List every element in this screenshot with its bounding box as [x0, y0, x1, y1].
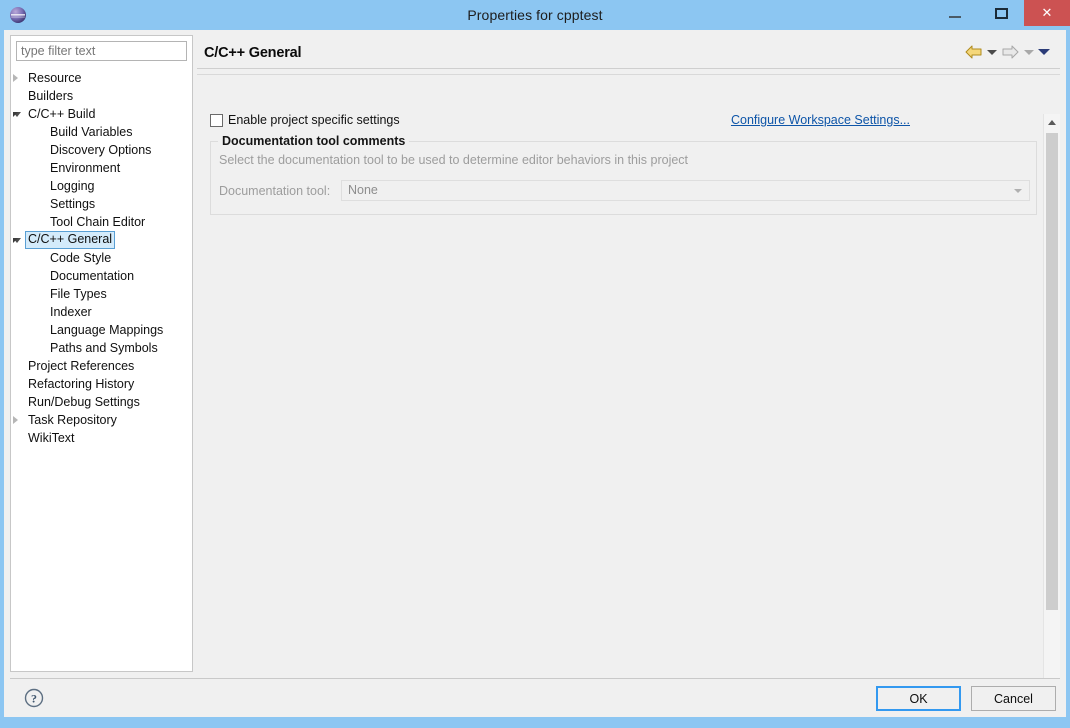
tree-expander-expanded-icon[interactable]	[12, 105, 22, 123]
sidebar-item-label: Code Style	[50, 250, 112, 265]
sidebar-item-label: Resource	[28, 70, 82, 85]
sidebar-item-paths-and-symbols[interactable]: Paths and Symbols	[11, 339, 192, 357]
sidebar-item-settings[interactable]: Settings	[11, 195, 192, 213]
chevron-down-icon	[1023, 49, 1034, 55]
sidebar-item-label: Run/Debug Settings	[28, 394, 140, 409]
sidebar-item-label: C/C++ Build	[28, 106, 96, 121]
sidebar-item-label: Documentation	[50, 268, 135, 283]
sidebar-item-label: Refactoring History	[28, 376, 135, 391]
svg-text:?: ?	[31, 692, 37, 706]
documentation-tool-row: Documentation tool: None	[219, 180, 1030, 201]
sidebar-item-label: Language Mappings	[50, 322, 164, 337]
sidebar-item-label: Paths and Symbols	[50, 340, 158, 355]
maximize-button[interactable]	[978, 0, 1024, 26]
sidebar-item-label: Build Variables	[50, 124, 133, 139]
history-menu-button[interactable]	[1036, 41, 1051, 63]
sidebar-item-task-repository[interactable]: Task Repository	[11, 411, 192, 429]
sidebar-item-build-variables[interactable]: Build Variables	[11, 123, 192, 141]
cancel-button[interactable]: Cancel	[971, 686, 1056, 711]
dialog-body: Resource Builders C/C++ Build Build Variabl…	[4, 30, 1066, 717]
close-button[interactable]: ✕	[1024, 0, 1070, 26]
chevron-down-icon	[1014, 189, 1022, 193]
dialog-footer: ? OK Cancel	[10, 678, 1060, 713]
enable-project-specific-checkbox[interactable]	[210, 113, 223, 127]
documentation-tool-value: None	[348, 183, 378, 197]
page-navigation	[962, 41, 1051, 63]
back-button[interactable]	[962, 41, 984, 63]
enable-project-specific-row[interactable]: Enable project specific settings	[210, 113, 400, 127]
back-history-button[interactable]	[984, 41, 999, 63]
sidebar-item-documentation[interactable]: Documentation	[11, 267, 192, 285]
sidebar-item-label: C/C++ General	[25, 230, 116, 249]
forward-button[interactable]	[999, 41, 1021, 63]
sidebar-item-environment[interactable]: Environment	[11, 159, 192, 177]
back-arrow-icon	[965, 45, 981, 59]
sidebar-item-run-debug-settings[interactable]: Run/Debug Settings	[11, 393, 192, 411]
forward-history-button[interactable]	[1021, 41, 1036, 63]
window-title: Properties for cpptest	[467, 7, 603, 23]
tree-expander-collapsed-icon[interactable]	[12, 69, 22, 87]
page-scroll-area: Enable project specific settings Configu…	[197, 74, 1060, 712]
title-bar: Properties for cpptest ✕	[0, 0, 1070, 30]
sidebar-item-label: Indexer	[50, 304, 92, 319]
sidebar-item-label: Builders	[28, 88, 74, 103]
documentation-tool-label: Documentation tool:	[219, 183, 331, 198]
sidebar-item-tool-chain-editor[interactable]: Tool Chain Editor	[11, 213, 192, 231]
documentation-tool-comments-group: Documentation tool comments Select the d…	[210, 134, 1037, 215]
sidebar-item-builders[interactable]: Builders	[11, 87, 192, 105]
sidebar-item-label: Discovery Options	[50, 142, 152, 157]
scroll-up-button[interactable]	[1044, 114, 1060, 131]
sidebar-item-wikitext[interactable]: WikiText	[11, 429, 192, 447]
scrollbar-thumb[interactable]	[1046, 133, 1058, 610]
forward-arrow-icon	[1002, 45, 1018, 59]
window-controls: ✕	[932, 0, 1070, 26]
help-button[interactable]: ?	[23, 687, 45, 709]
sidebar-item-label: Environment	[50, 160, 121, 175]
sidebar-item-logging[interactable]: Logging	[11, 177, 192, 195]
chevron-down-icon	[1037, 49, 1050, 55]
sidebar-item-label: Project References	[28, 358, 135, 373]
minimize-icon	[949, 15, 961, 18]
sidebar-item-resource[interactable]: Resource	[11, 69, 192, 87]
sidebar-item-refactoring-history[interactable]: Refactoring History	[11, 375, 192, 393]
properties-dialog-window: Properties for cpptest ✕ Resource Builder…	[0, 0, 1070, 728]
title-divider	[197, 68, 1060, 69]
tree-expander-expanded-icon[interactable]	[12, 231, 22, 249]
minimize-button[interactable]	[932, 0, 978, 26]
tree-expander-collapsed-icon[interactable]	[12, 411, 22, 429]
settings-tree-panel: Resource Builders C/C++ Build Build Variabl…	[10, 35, 193, 672]
group-title: Documentation tool comments	[218, 134, 410, 148]
settings-tree: Resource Builders C/C++ Build Build Variabl…	[11, 69, 192, 447]
sidebar-item-c-c-general[interactable]: C/C++ General	[11, 230, 192, 249]
documentation-tool-select[interactable]: None	[341, 180, 1030, 201]
chevron-down-icon	[986, 49, 997, 55]
sidebar-item-file-types[interactable]: File Types	[11, 285, 192, 303]
sidebar-item-c-c-build[interactable]: C/C++ Build	[11, 105, 192, 123]
filter-input[interactable]	[16, 41, 187, 61]
chevron-up-icon	[1048, 120, 1056, 125]
sidebar-item-code-style[interactable]: Code Style	[11, 249, 192, 267]
enable-project-specific-label: Enable project specific settings	[228, 113, 400, 127]
sidebar-item-language-mappings[interactable]: Language Mappings	[11, 321, 192, 339]
sidebar-item-label: Task Repository	[28, 412, 117, 427]
ok-button[interactable]: OK	[876, 686, 961, 711]
sidebar-item-label: WikiText	[28, 430, 75, 445]
page-vertical-scrollbar[interactable]	[1043, 114, 1060, 712]
help-question-icon: ?	[24, 688, 44, 708]
configure-workspace-settings-link[interactable]: Configure Workspace Settings...	[731, 113, 910, 127]
sidebar-item-discovery-options[interactable]: Discovery Options	[11, 141, 192, 159]
maximize-icon	[994, 7, 1008, 19]
close-icon: ✕	[1041, 5, 1053, 21]
settings-page: C/C++ General Enable project specific se…	[197, 35, 1060, 712]
sidebar-item-label: File Types	[50, 286, 107, 301]
dialog-buttons: OK Cancel	[876, 686, 1056, 711]
sidebar-item-label: Tool Chain Editor	[50, 214, 146, 229]
sidebar-item-label: Logging	[50, 178, 95, 193]
sidebar-item-indexer[interactable]: Indexer	[11, 303, 192, 321]
group-description: Select the documentation tool to be used…	[219, 153, 689, 167]
sidebar-item-label: Settings	[50, 196, 96, 211]
page-content: Enable project specific settings Configu…	[197, 75, 1043, 673]
sidebar-item-project-references[interactable]: Project References	[11, 357, 192, 375]
page-title: C/C++ General	[204, 45, 302, 61]
